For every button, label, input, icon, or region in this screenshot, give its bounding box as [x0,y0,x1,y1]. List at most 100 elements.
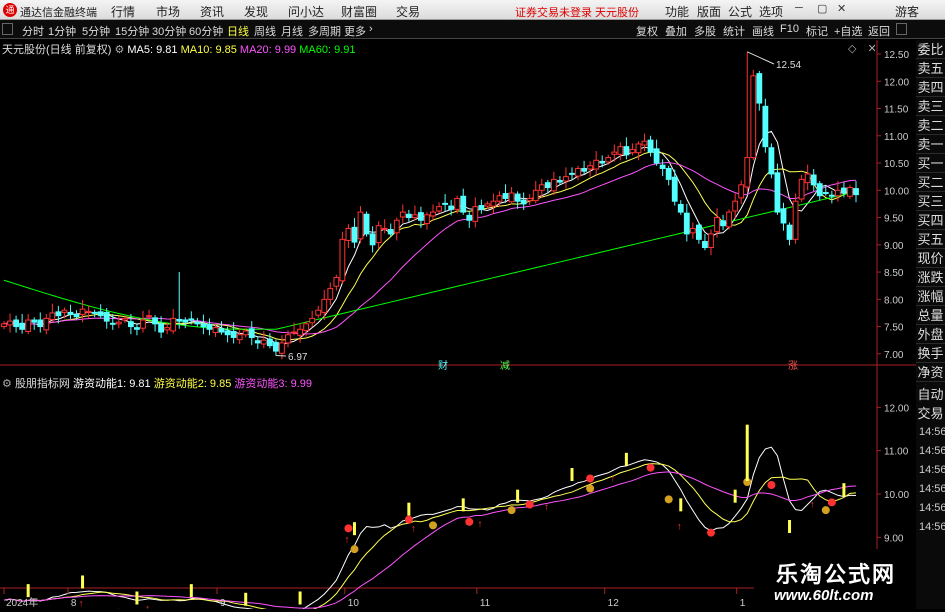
sidebar-item-5[interactable]: 卖一 [916,135,945,154]
signal-bar [244,593,247,606]
menu-formula[interactable]: 公式 [728,3,752,20]
candle-body [382,228,387,229]
tab-30min[interactable]: 30分钟 [152,23,186,39]
candle-body [642,141,647,145]
tab-timeshare[interactable]: 分时 [22,23,44,39]
auto-trade-item-1[interactable]: 交易 [916,404,945,423]
candle-body [62,310,67,312]
marker-finance[interactable]: 财 [438,359,448,372]
heart-icon [526,501,534,509]
menu-options[interactable]: 选项 [759,3,783,20]
candle-body [539,185,544,190]
kline-chart[interactable]: ↑↑↑↑↑↑↑↑↑↑↑↑↑ 12.5012.0011.5011.0010.501… [0,40,945,609]
money-bag-icon [429,521,437,529]
indicator-gear-icon[interactable]: ⚙ [2,378,12,390]
sidebar-item-0[interactable]: 委比 [916,40,945,59]
candle-body [50,313,55,320]
btn-draw[interactable]: 画线 [752,23,774,39]
diamond-icon[interactable]: ◇ [848,43,856,55]
sidebar-item-11[interactable]: 现价 [916,249,945,268]
marker-reduce[interactable]: 减 [500,360,510,372]
sidebar-item-9[interactable]: 买四 [916,211,945,230]
menu-function[interactable]: 功能 [665,3,689,20]
btn-add-watchlist[interactable]: +自选 [834,23,862,39]
guest-label[interactable]: 游客 [895,3,919,20]
tab-60min[interactable]: 60分钟 [189,23,223,39]
candle-body [582,168,587,171]
candle-body [249,329,254,338]
price-tick-label: 10.00 [884,186,909,197]
minimize-icon[interactable]: ─ [795,2,803,14]
menubar: 通 通达信金融终端 行情 市场 资讯 发现 问小达 财富圈 交易 证券交易未登录… [0,0,945,20]
tab-multiperiod[interactable]: 多周期 [308,23,341,39]
candle-body [570,173,575,174]
sidebar-item-15[interactable]: 外盘 [916,325,945,344]
sidebar-item-17[interactable]: 净资 [916,363,945,382]
tab-15min[interactable]: 15分钟 [115,23,149,39]
marker-rise[interactable]: 涨 [788,360,798,372]
candle-body [703,242,708,248]
menu-trade[interactable]: 交易 [396,3,420,20]
sidebar-item-10[interactable]: 买五 [916,230,945,249]
tab-more[interactable]: 更多 [344,23,366,39]
sidebar-item-12[interactable]: 涨跌 [916,268,945,287]
menu-wealth[interactable]: 财富圈 [341,3,377,20]
auto-trade-item-0[interactable]: 自动 [916,385,945,404]
btn-mark[interactable]: 标记 [806,23,828,39]
sidebar-item-8[interactable]: 买三 [916,192,945,211]
candle-body [733,201,738,211]
sidebar-item-6[interactable]: 买一 [916,154,945,173]
sidebar-item-3[interactable]: 卖三 [916,97,945,116]
candle-body [322,299,327,312]
login-warning[interactable]: 证券交易未登录 天元股份 [515,4,639,20]
btn-back[interactable]: 返回 [868,23,890,39]
candle-body [38,320,43,327]
candle-body [400,212,405,217]
tab-weekly[interactable]: 周线 [254,23,276,39]
menu-quotes[interactable]: 行情 [111,3,135,20]
candle-body [636,144,641,153]
menu-ask[interactable]: 问小达 [288,3,324,20]
sidebar-item-2[interactable]: 卖四 [916,78,945,97]
tab-1min[interactable]: 1分钟 [48,23,76,39]
expand-icon[interactable] [2,23,13,35]
close-icon[interactable]: ✕ [837,2,846,15]
candle-body [189,319,194,320]
sidebar-item-7[interactable]: 买二 [916,173,945,192]
candle-body [165,328,170,330]
btn-f10[interactable]: F10 [780,23,799,35]
candle-body [364,214,369,234]
restore-icon[interactable]: ▢ [817,2,827,15]
sidebar-item-16[interactable]: 换手 [916,344,945,363]
btn-multistock[interactable]: 多股 [694,23,716,39]
signal-bar [190,584,193,597]
btn-stats[interactable]: 统计 [723,23,745,39]
sidebar-item-4[interactable]: 卖二 [916,116,945,135]
candle-body [854,189,859,195]
tab-5min[interactable]: 5分钟 [82,23,110,39]
panel-toggle-icon[interactable] [896,23,907,35]
close-panel-icon[interactable]: ✕ [868,43,877,55]
watermark-title: 乐淘公式网 [776,557,896,589]
btn-adjust[interactable]: 复权 [636,23,658,39]
sidebar-item-1[interactable]: 卖五 [916,59,945,78]
time-label-4: 14:56 [916,499,945,518]
sidebar-item-14[interactable]: 总量 [916,306,945,325]
candle-body [358,212,363,239]
tab-monthly[interactable]: 月线 [281,23,303,39]
candle-body [793,201,798,239]
menu-layout[interactable]: 版面 [697,3,721,20]
sidebar-item-13[interactable]: 涨幅 [916,287,945,306]
candle-body [141,320,146,328]
chevron-right-icon[interactable]: › [369,23,373,35]
candle-body [68,312,73,314]
menu-market[interactable]: 市场 [156,3,180,20]
tab-daily[interactable]: 日线 [227,23,249,39]
settings-icon[interactable]: ⚙ [114,44,124,56]
btn-overlay[interactable]: 叠加 [665,23,687,39]
menu-discover[interactable]: 发现 [244,3,268,20]
menu-news[interactable]: 资讯 [200,3,224,20]
signal-bar [679,498,682,511]
chart-area[interactable]: ↑↑↑↑↑↑↑↑↑↑↑↑↑ 12.5012.0011.5011.0010.501… [0,40,945,609]
candle-body [370,234,375,245]
